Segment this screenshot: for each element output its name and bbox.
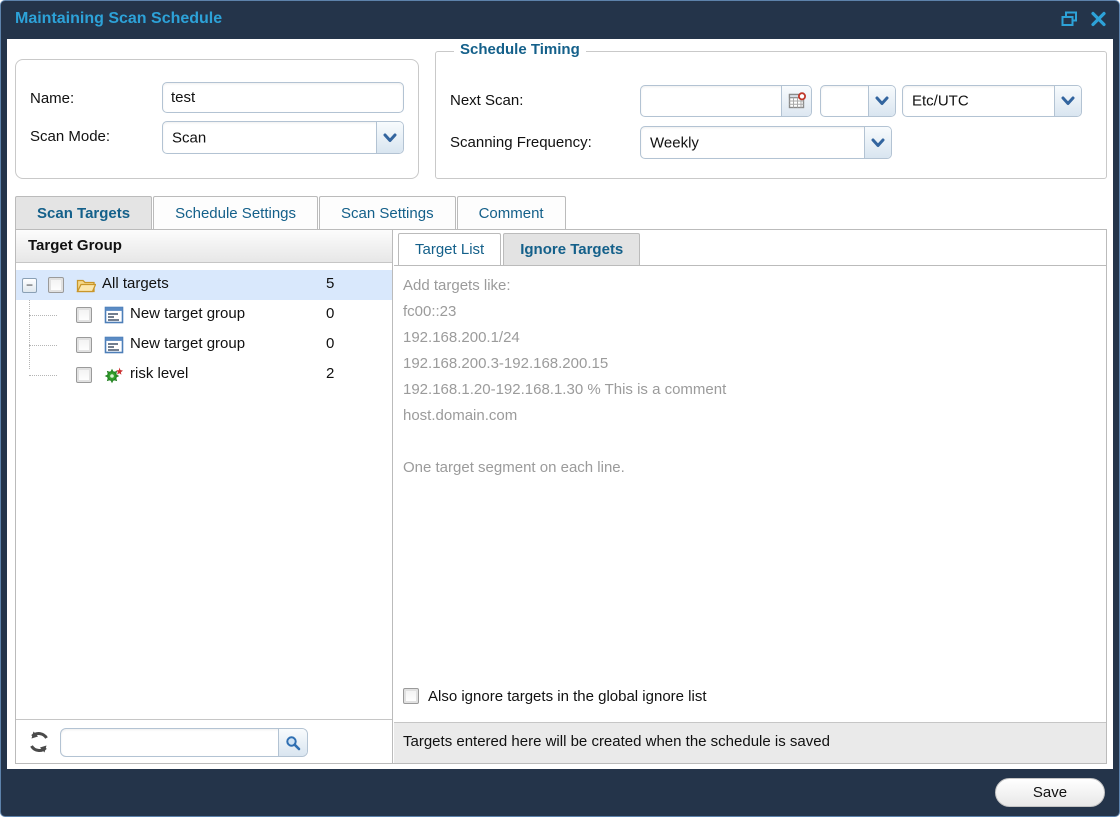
name-panel: Name: Scan Mode: Scan (15, 59, 419, 179)
next-scan-label: Next Scan: (450, 92, 523, 109)
global-ignore-row: Also ignore targets in the global ignore… (394, 684, 1106, 724)
main-tab-bar: Scan Targets Schedule Settings Scan Sett… (15, 196, 567, 229)
title-bar: Maintaining Scan Schedule (1, 1, 1119, 39)
timezone-select[interactable]: Etc/UTC (902, 85, 1082, 117)
target-group-panel: Target Group − All targets 5 (16, 230, 393, 763)
group-checkbox[interactable] (76, 337, 92, 353)
scan-mode-label: Scan Mode: (30, 128, 110, 145)
dialog-footer: Save (1, 767, 1119, 816)
dialog-title: Maintaining Scan Schedule (15, 10, 222, 28)
gear-icon (104, 366, 124, 384)
scanning-frequency-select[interactable]: Weekly (640, 126, 892, 159)
tree-connector (29, 315, 57, 316)
ignore-targets-editor (394, 266, 1106, 684)
all-targets-checkbox[interactable] (48, 277, 64, 293)
calendar-icon[interactable] (781, 86, 811, 116)
target-group-header: Target Group (16, 230, 392, 263)
group-checkbox[interactable] (76, 367, 92, 383)
tab-scan-settings[interactable]: Scan Settings (319, 196, 456, 229)
open-folder-icon (76, 276, 96, 294)
name-label: Name: (30, 90, 74, 107)
list-window-icon (104, 336, 124, 354)
dialog-body: Name: Scan Mode: Scan Schedule Timing Ne… (7, 39, 1113, 769)
tree-row-new-target-group-1[interactable]: New target group 0 (16, 300, 392, 330)
tab-schedule-settings[interactable]: Schedule Settings (153, 196, 318, 229)
global-ignore-label: Also ignore targets in the global ignore… (428, 688, 707, 705)
tree-connector (29, 345, 57, 346)
tree-search-input[interactable] (69, 731, 274, 754)
collapse-icon[interactable]: − (22, 278, 37, 293)
next-scan-date-input[interactable] (640, 85, 812, 117)
group-checkbox[interactable] (76, 307, 92, 323)
list-window-icon (104, 306, 124, 324)
restore-icon[interactable] (1061, 11, 1078, 27)
tab-target-list[interactable]: Target List (398, 233, 501, 265)
close-icon[interactable] (1090, 11, 1107, 27)
schedule-timing-legend: Schedule Timing (454, 41, 586, 58)
chevron-down-icon (868, 86, 895, 116)
tree-row-all-targets[interactable]: − All targets 5 (16, 270, 392, 300)
scan-targets-content: Target Group − All targets 5 (15, 229, 1107, 764)
tree-row-new-target-group-2[interactable]: New target group 0 (16, 330, 392, 360)
ignore-targets-textarea[interactable] (394, 266, 1106, 684)
search-icon[interactable] (278, 729, 307, 756)
tab-ignore-targets[interactable]: Ignore Targets (503, 233, 640, 265)
tab-scan-targets[interactable]: Scan Targets (15, 196, 152, 229)
refresh-icon[interactable] (26, 729, 52, 755)
chevron-down-icon (376, 122, 403, 153)
schedule-timing-fieldset: Schedule Timing Next Scan: (435, 51, 1107, 179)
maintaining-scan-schedule-dialog: Maintaining Scan Schedule Name: Scan Mod… (0, 0, 1120, 817)
tab-comment[interactable]: Comment (457, 196, 566, 229)
targets-panel: Target List Ignore Targets Also ignore t… (394, 230, 1106, 763)
targets-tab-bar: Target List Ignore Targets (394, 230, 1106, 266)
chevron-down-icon (864, 127, 891, 158)
global-ignore-checkbox[interactable] (403, 688, 419, 704)
scanning-frequency-label: Scanning Frequency: (450, 134, 592, 151)
name-input[interactable] (162, 82, 404, 113)
chevron-down-icon (1054, 86, 1081, 116)
next-scan-time-select[interactable] (820, 85, 896, 117)
status-bar: Targets entered here will be created whe… (394, 722, 1106, 763)
scan-mode-select[interactable]: Scan (162, 121, 404, 154)
target-group-tree: − All targets 5 (16, 264, 392, 719)
tree-search-row (16, 719, 392, 763)
tree-search-box (60, 728, 308, 757)
save-button[interactable]: Save (995, 778, 1105, 807)
tree-row-risk-level[interactable]: risk level 2 (16, 360, 392, 390)
tree-connector (29, 375, 57, 376)
